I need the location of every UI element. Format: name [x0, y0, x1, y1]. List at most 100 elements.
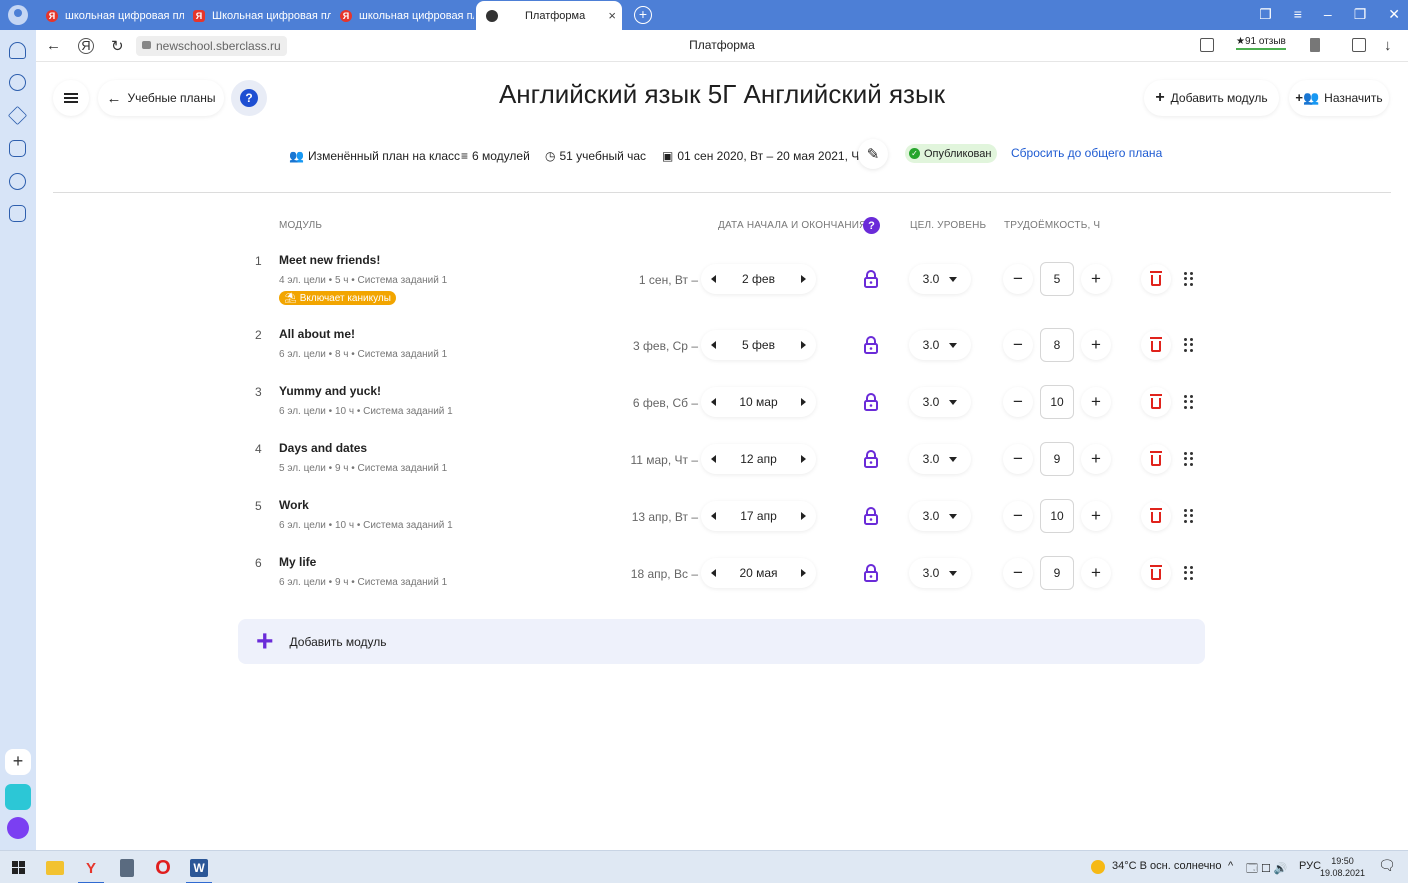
delete-module-button[interactable]: [1141, 387, 1171, 417]
target-level-select[interactable]: 3.0: [909, 501, 971, 531]
end-date-picker[interactable]: 5 фев: [701, 330, 816, 360]
reset-plan-link[interactable]: Сбросить до общего плана: [1011, 146, 1162, 160]
bookmark-icon[interactable]: [1310, 38, 1320, 52]
prev-date-icon[interactable]: [711, 275, 716, 283]
next-date-icon[interactable]: [801, 398, 806, 406]
increase-hours-button[interactable]: +: [1081, 264, 1111, 294]
favorites-icon[interactable]: [7, 105, 28, 126]
next-date-icon[interactable]: [801, 455, 806, 463]
opera-icon[interactable]: O: [150, 855, 176, 881]
downloads-sidebar-icon[interactable]: [9, 205, 26, 222]
module-title[interactable]: My life: [279, 555, 316, 569]
delete-module-button[interactable]: [1141, 501, 1171, 531]
increase-hours-button[interactable]: +: [1081, 387, 1111, 417]
lock-open-icon[interactable]: [864, 507, 878, 525]
delete-module-button[interactable]: [1141, 444, 1171, 474]
collections-sidebar-icon[interactable]: [9, 140, 26, 157]
close-tab-icon[interactable]: ×: [608, 8, 616, 23]
browser-tab-active[interactable]: Платформа ×: [476, 1, 622, 30]
hours-input[interactable]: 5: [1040, 262, 1074, 296]
increase-hours-button[interactable]: +: [1081, 330, 1111, 360]
profile-icon[interactable]: [8, 5, 28, 25]
messenger-icon[interactable]: [5, 784, 31, 810]
prev-date-icon[interactable]: [711, 569, 716, 577]
prev-date-icon[interactable]: [711, 398, 716, 406]
delete-module-button[interactable]: [1141, 264, 1171, 294]
windows-start-icon[interactable]: [12, 861, 25, 874]
drag-handle-icon[interactable]: [1184, 566, 1194, 580]
target-level-select[interactable]: 3.0: [909, 444, 971, 474]
end-date-picker[interactable]: 20 мая: [701, 558, 816, 588]
tray-icons[interactable]: 🗔 ☐ 🔊: [1246, 860, 1288, 879]
lock-open-icon[interactable]: [864, 393, 878, 411]
lock-open-icon[interactable]: [864, 336, 878, 354]
next-date-icon[interactable]: [801, 341, 806, 349]
calculator-icon[interactable]: [114, 855, 140, 881]
module-title[interactable]: Yummy and yuck!: [279, 384, 381, 398]
module-title[interactable]: All about me!: [279, 327, 355, 341]
target-level-select[interactable]: 3.0: [909, 558, 971, 588]
browser-tab[interactable]: Я школьная цифровая плат: [332, 3, 474, 28]
drag-handle-icon[interactable]: [1184, 452, 1194, 466]
drag-handle-icon[interactable]: [1184, 338, 1194, 352]
drag-handle-icon[interactable]: [1184, 395, 1194, 409]
module-title[interactable]: Work: [279, 498, 309, 512]
next-date-icon[interactable]: [801, 275, 806, 283]
drag-handle-icon[interactable]: [1184, 509, 1194, 523]
add-module-header-button[interactable]: + Добавить модуль: [1144, 80, 1279, 116]
delete-module-button[interactable]: [1141, 330, 1171, 360]
decrease-hours-button[interactable]: −: [1003, 330, 1033, 360]
end-date-picker[interactable]: 10 мар: [701, 387, 816, 417]
browser-tab[interactable]: Я Школьная цифровая плат: [185, 3, 331, 28]
notifications-icon[interactable]: [9, 42, 26, 59]
restore-icon[interactable]: ❐: [1354, 6, 1367, 23]
collections-icon[interactable]: [1352, 38, 1366, 52]
hours-input[interactable]: 10: [1040, 499, 1074, 533]
yandex-browser-icon[interactable]: Y: [78, 855, 104, 883]
menu-icon[interactable]: ≡: [1294, 6, 1302, 23]
increase-hours-button[interactable]: +: [1081, 558, 1111, 588]
lock-open-icon[interactable]: [864, 564, 878, 582]
language-indicator[interactable]: РУС: [1299, 860, 1321, 872]
end-date-picker[interactable]: 12 апр: [701, 444, 816, 474]
module-title[interactable]: Days and dates: [279, 441, 367, 455]
tray-chevron-icon[interactable]: ^: [1228, 860, 1233, 872]
bookmarks-icon[interactable]: ❐: [1259, 6, 1272, 23]
next-date-icon[interactable]: [801, 512, 806, 520]
reviews-badge[interactable]: ★91 отзыв: [1236, 36, 1286, 50]
target-level-select[interactable]: 3.0: [909, 387, 971, 417]
decrease-hours-button[interactable]: −: [1003, 558, 1033, 588]
edit-dates-button[interactable]: ✎: [858, 139, 888, 169]
minimize-icon[interactable]: –: [1324, 6, 1332, 23]
new-tab-button[interactable]: +: [634, 6, 652, 24]
translate-icon[interactable]: [1200, 38, 1214, 52]
video-icon[interactable]: [9, 173, 26, 190]
weather-text[interactable]: 34°C В осн. солнечно: [1112, 860, 1222, 872]
alice-icon[interactable]: [7, 817, 29, 839]
hours-input[interactable]: 9: [1040, 556, 1074, 590]
history-icon[interactable]: [9, 74, 26, 91]
decrease-hours-button[interactable]: −: [1003, 264, 1033, 294]
decrease-hours-button[interactable]: −: [1003, 387, 1033, 417]
file-explorer-icon[interactable]: [42, 855, 68, 881]
close-window-icon[interactable]: ✕: [1388, 6, 1400, 23]
end-date-picker[interactable]: 17 апр: [701, 501, 816, 531]
prev-date-icon[interactable]: [711, 512, 716, 520]
hours-input[interactable]: 10: [1040, 385, 1074, 419]
next-date-icon[interactable]: [800, 569, 806, 577]
notifications-center-icon[interactable]: 🗨: [1378, 857, 1396, 874]
module-title[interactable]: Meet new friends!: [279, 253, 380, 267]
hours-input[interactable]: 9: [1040, 442, 1074, 476]
delete-module-button[interactable]: [1141, 558, 1171, 588]
lock-open-icon[interactable]: [864, 270, 878, 288]
clock[interactable]: 19:50 19.08.2021: [1320, 855, 1365, 879]
browser-tab[interactable]: Я школьная цифровая плат: [38, 3, 184, 28]
dates-help-icon[interactable]: ?: [863, 217, 880, 234]
hours-input[interactable]: 8: [1040, 328, 1074, 362]
end-date-picker[interactable]: 2 фев: [701, 264, 816, 294]
assign-button[interactable]: +👥 Назначить: [1289, 80, 1389, 116]
increase-hours-button[interactable]: +: [1081, 501, 1111, 531]
target-level-select[interactable]: 3.0: [909, 330, 971, 360]
increase-hours-button[interactable]: +: [1081, 444, 1111, 474]
target-level-select[interactable]: 3.0: [909, 264, 971, 294]
